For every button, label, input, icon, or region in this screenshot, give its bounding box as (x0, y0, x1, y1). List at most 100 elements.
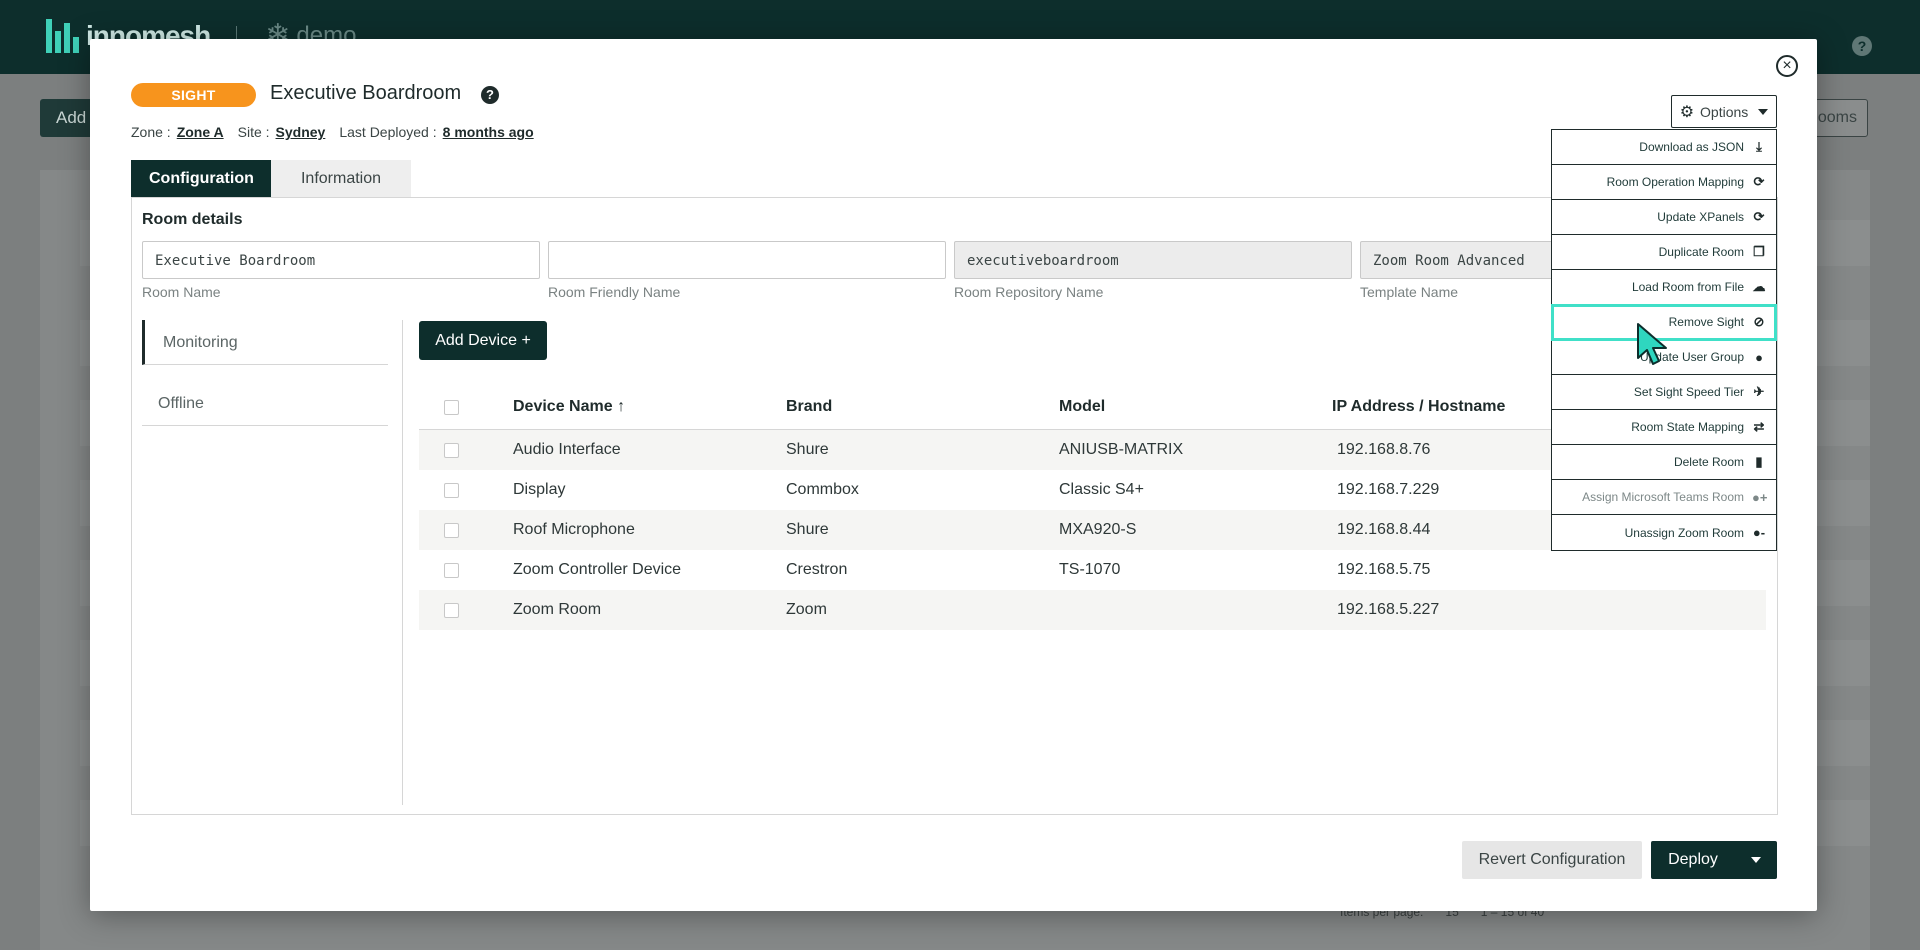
cell-ip: 192.168.8.44 (1337, 521, 1431, 538)
menu-item-update-xpanels[interactable]: Update XPanels ⟳ (1552, 200, 1776, 235)
plane-icon: ✈ (1753, 384, 1765, 399)
cell-device-name: Zoom Room (513, 601, 602, 618)
row-checkbox[interactable] (444, 602, 459, 618)
template-name-field: Zoom Room Advanced (1360, 241, 1560, 279)
menu-item-label: Unassign Zoom Room (1624, 525, 1744, 540)
cell-model: Classic S4+ (1059, 481, 1144, 498)
cell-device-name: Roof Microphone (513, 521, 635, 538)
row-checkbox[interactable] (444, 522, 459, 538)
caret-down-icon (1758, 108, 1769, 115)
menu-item-label: Assign Microsoft Teams Room (1582, 490, 1744, 504)
side-item-offline[interactable]: Offline (142, 381, 388, 426)
tab-configuration[interactable]: Configuration (131, 160, 271, 197)
menu-item-delete-room[interactable]: Delete Room ▮ (1552, 445, 1776, 480)
zone-link[interactable]: Zone A (177, 124, 224, 140)
modal-tabs: Configuration Information (131, 160, 411, 197)
user-icon: ● (1755, 349, 1763, 365)
cell-brand: Zoom (786, 601, 827, 618)
menu-item-load-room-from-file[interactable]: Load Room from File ☁ (1552, 270, 1776, 305)
cell-ip: 192.168.5.75 (1337, 561, 1431, 578)
cell-model: TS-1070 (1059, 561, 1121, 578)
cell-ip: 192.168.7.229 (1337, 481, 1440, 498)
menu-item-label: Set Sight Speed Tier (1633, 385, 1744, 399)
room-title: Executive Boardroom (270, 82, 462, 104)
options-button[interactable]: ⚙ Options (1671, 95, 1777, 128)
select-all-checkbox[interactable] (444, 399, 459, 415)
menu-item-label: Delete Room (1673, 455, 1744, 469)
cell-model: MXA920-S (1059, 521, 1137, 538)
menu-item-room-state-mapping[interactable]: Room State Mapping ⇄ (1552, 410, 1776, 445)
room-friendly-name-field[interactable] (548, 241, 946, 279)
menu-item-unassign-zoom-room[interactable]: Unassign Zoom Room ●- (1552, 515, 1776, 550)
menu-item-room-operation-mapping[interactable]: Room Operation Mapping ⟳ (1552, 165, 1776, 200)
caret-down-icon (1751, 857, 1761, 863)
cloud-upload-icon: ☁ (1752, 279, 1766, 294)
deploy-dropdown-toggle[interactable] (1735, 857, 1777, 863)
user-minus-icon: ●- (1752, 525, 1766, 540)
row-checkbox[interactable] (444, 482, 459, 498)
menu-item-label: Load Room from File (1631, 280, 1744, 294)
exchange-icon: ⇄ (1753, 419, 1765, 434)
room-details-title: Room details (142, 211, 243, 228)
cell-device-name: Audio Interface (513, 441, 621, 458)
site-link[interactable]: Sydney (276, 124, 326, 140)
menu-item-label: Update XPanels (1657, 210, 1744, 224)
deploy-label: Deploy (1668, 851, 1718, 868)
menu-item-duplicate-room[interactable]: Duplicate Room ❐ (1552, 235, 1776, 270)
trash-icon: ▮ (1755, 454, 1763, 469)
sync-icon: ⟳ (1753, 174, 1765, 189)
cell-device-name: Display (513, 481, 566, 498)
menu-item-download-json[interactable]: Download as JSON ⤓ (1552, 130, 1776, 165)
sync-icon: ⟳ (1753, 209, 1765, 224)
vertical-divider (402, 320, 403, 805)
deployed-link[interactable]: 8 months ago (443, 124, 534, 140)
cell-model: ANIUSB-MATRIX (1059, 441, 1184, 458)
revert-configuration-button[interactable]: Revert Configuration (1462, 841, 1642, 879)
menu-item-set-sight-speed-tier[interactable]: Set Sight Speed Tier ✈ (1552, 375, 1776, 410)
table-row[interactable]: Zoom Controller Device Crestron TS-1070 … (419, 550, 1766, 590)
cell-ip: 192.168.8.76 (1337, 441, 1431, 458)
menu-item-label: Duplicate Room (1658, 245, 1744, 259)
room-meta: Zone : Zone A Site : Sydney Last Deployed … (131, 124, 534, 140)
room-name-label: Room Name (142, 284, 221, 300)
header-device-name[interactable]: Device Name ↑ (513, 398, 625, 416)
menu-item-label: Room Operation Mapping (1606, 175, 1744, 189)
options-label: Options (1700, 103, 1749, 120)
side-item-monitoring[interactable]: Monitoring (142, 320, 388, 365)
question-circle-icon[interactable]: ? (481, 86, 499, 104)
deployed-label: Last Deployed : (339, 124, 437, 140)
deploy-button[interactable]: Deploy (1651, 841, 1777, 879)
cell-brand: Crestron (786, 561, 848, 578)
mouse-cursor-icon (1637, 323, 1667, 365)
cell-ip: 192.168.5.227 (1337, 601, 1440, 618)
site-label: Site : (237, 124, 270, 140)
header-brand[interactable]: Brand (786, 398, 832, 416)
cell-device-name: Zoom Controller Device (513, 561, 682, 578)
template-name-label: Template Name (1360, 284, 1459, 300)
cell-brand: Shure (786, 521, 829, 538)
menu-item-label: Download as JSON (1639, 140, 1744, 154)
table-row[interactable]: Zoom Room Zoom 192.168.5.227 (419, 590, 1766, 630)
download-icon: ⤓ (1756, 139, 1762, 154)
cell-brand: Commbox (786, 481, 859, 498)
site-meta: Site : Sydney (238, 124, 326, 140)
header-model[interactable]: Model (1059, 398, 1105, 416)
zone-meta: Zone : Zone A (131, 124, 224, 140)
deployed-meta: Last Deployed : 8 months ago (339, 124, 533, 140)
copy-icon: ❐ (1753, 244, 1765, 259)
row-checkbox[interactable] (444, 442, 459, 458)
room-repository-name-label: Room Repository Name (954, 284, 1104, 300)
room-repository-name-field: executiveboardroom (954, 241, 1352, 279)
tab-information[interactable]: Information (271, 160, 411, 197)
room-friendly-name-label: Room Friendly Name (548, 284, 681, 300)
cell-brand: Shure (786, 441, 829, 458)
add-device-button[interactable]: Add Device + (419, 321, 547, 360)
row-checkbox[interactable] (444, 562, 459, 578)
logo-mark-icon (46, 18, 80, 53)
header-ip-address[interactable]: IP Address / Hostname (1332, 398, 1505, 416)
help-icon[interactable]: ? (1852, 36, 1872, 56)
device-side-nav: Monitoring Offline (142, 320, 388, 426)
menu-item-assign-teams-room: Assign Microsoft Teams Room ●+ (1552, 480, 1776, 515)
close-icon[interactable]: × (1776, 55, 1798, 77)
room-name-field[interactable]: Executive Boardroom (142, 241, 540, 279)
